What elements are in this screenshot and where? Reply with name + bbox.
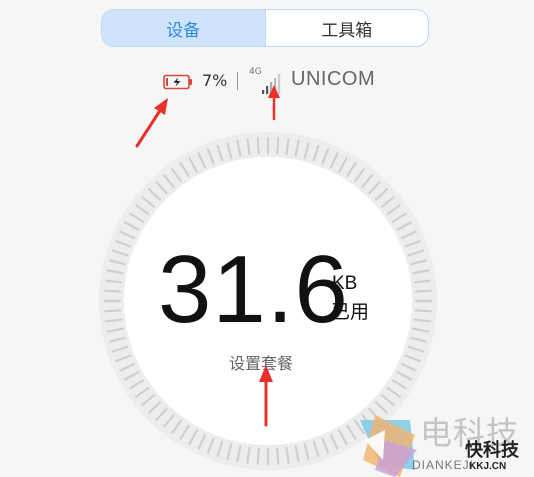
device-tab-bar: 设备 工具箱 bbox=[101, 9, 429, 47]
dial-tick bbox=[414, 289, 432, 293]
battery-charging-icon bbox=[163, 74, 192, 90]
usage-used-label: 已用 bbox=[331, 301, 370, 323]
usage-unit: KB bbox=[332, 273, 358, 294]
dial-tick bbox=[104, 289, 122, 293]
dial-tick bbox=[414, 309, 432, 313]
watermark-domain: KKJ.CN bbox=[469, 461, 507, 472]
annotation-arrow-battery bbox=[135, 98, 168, 148]
status-divider bbox=[237, 72, 238, 90]
watermark-pinyin: DIANKEJI bbox=[412, 458, 475, 472]
dial-tick bbox=[256, 447, 260, 465]
battery-percent: 7% bbox=[202, 71, 228, 90]
annotation-arrow-signal bbox=[268, 85, 280, 121]
carrier-name: UNICOM bbox=[291, 68, 376, 90]
tab-device[interactable]: 设备 bbox=[102, 10, 265, 46]
dial-tick bbox=[104, 309, 122, 313]
usage-value: 31.6 bbox=[158, 236, 349, 343]
dial-tick bbox=[256, 137, 260, 155]
annotation-arrow-plan bbox=[259, 365, 273, 427]
tab-toolbox[interactable]: 工具箱 bbox=[264, 10, 429, 46]
dial-tick bbox=[276, 137, 280, 155]
dial-tick bbox=[276, 447, 280, 465]
